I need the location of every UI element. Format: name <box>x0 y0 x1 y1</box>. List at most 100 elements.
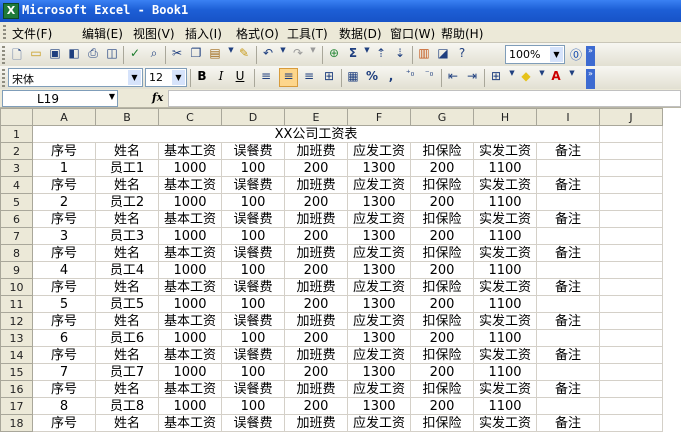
cell[interactable]: 扣保险 <box>410 244 474 262</box>
cell[interactable]: 员工7 <box>95 363 159 381</box>
column-header-i[interactable]: I <box>536 108 600 126</box>
cell[interactable]: 序号 <box>32 414 96 432</box>
increase-decimal-icon[interactable]: ⁺₀ <box>402 69 418 85</box>
redo-icon[interactable]: ↷ <box>290 46 306 62</box>
cell[interactable]: 200 <box>410 295 474 313</box>
cell[interactable]: 200 <box>284 159 348 177</box>
cell[interactable]: 200 <box>410 227 474 245</box>
cell[interactable]: 200 <box>410 193 474 211</box>
cell[interactable] <box>536 193 600 211</box>
insert-function-icon[interactable]: fx <box>152 91 163 104</box>
cell[interactable]: 1000 <box>158 397 222 415</box>
cell[interactable]: 备注 <box>536 278 600 296</box>
cell[interactable] <box>599 295 663 313</box>
name-box-dropdown-icon[interactable]: ▼ <box>109 92 115 101</box>
cell[interactable] <box>599 278 663 296</box>
toolbar-grip[interactable] <box>2 46 5 64</box>
italic-button[interactable]: I <box>213 69 229 85</box>
cell[interactable]: 实发工资 <box>473 346 537 364</box>
comma-style-icon[interactable]: , <box>383 69 399 85</box>
cell[interactable]: 扣保险 <box>410 380 474 398</box>
row-header[interactable]: 18 <box>0 414 33 432</box>
cell[interactable]: 员工6 <box>95 329 159 347</box>
cell[interactable]: 加班费 <box>284 176 348 194</box>
cell[interactable] <box>599 210 663 228</box>
cell[interactable] <box>599 414 663 432</box>
help-icon[interactable]: ? <box>454 46 470 62</box>
column-header-e[interactable]: E <box>284 108 348 126</box>
cell[interactable] <box>599 244 663 262</box>
cell[interactable] <box>599 346 663 364</box>
cell[interactable]: 备注 <box>536 312 600 330</box>
font-color-dropdown-icon[interactable]: ▼ <box>564 69 580 85</box>
excel-icon[interactable]: X <box>3 3 19 19</box>
redo-dropdown-icon[interactable]: ▼ <box>305 46 321 62</box>
column-header-d[interactable]: D <box>221 108 285 126</box>
align-left-icon[interactable]: ≡ <box>258 69 274 85</box>
cell[interactable]: 基本工资 <box>158 312 222 330</box>
cell[interactable] <box>536 261 600 279</box>
cell[interactable]: 基本工资 <box>158 414 222 432</box>
cell[interactable]: 备注 <box>536 414 600 432</box>
save-icon[interactable]: ▣ <box>47 46 63 62</box>
cell[interactable]: 基本工资 <box>158 380 222 398</box>
cell[interactable]: 扣保险 <box>410 346 474 364</box>
merge-center-icon[interactable]: ⊞ <box>321 69 337 85</box>
cell[interactable]: 6 <box>32 329 96 347</box>
cell[interactable]: 备注 <box>536 142 600 160</box>
cell[interactable]: 基本工资 <box>158 346 222 364</box>
row-header[interactable]: 5 <box>0 193 33 211</box>
row-header[interactable]: 2 <box>0 142 33 160</box>
cell[interactable]: 序号 <box>32 244 96 262</box>
cell[interactable]: 误餐费 <box>221 210 285 228</box>
column-header-a[interactable]: A <box>32 108 96 126</box>
row-header[interactable]: 4 <box>0 176 33 194</box>
cell[interactable]: 实发工资 <box>473 210 537 228</box>
cell[interactable]: 实发工资 <box>473 380 537 398</box>
menu-help[interactable]: 帮助(H) <box>441 25 483 42</box>
cell[interactable]: 200 <box>410 363 474 381</box>
menu-window[interactable]: 窗口(W) <box>390 25 435 42</box>
column-header-b[interactable]: B <box>95 108 159 126</box>
format-painter-icon[interactable]: ✎ <box>236 46 252 62</box>
cell[interactable]: 扣保险 <box>410 210 474 228</box>
cell[interactable]: 200 <box>284 295 348 313</box>
cell[interactable]: 误餐费 <box>221 244 285 262</box>
decrease-decimal-icon[interactable]: ⁻₀ <box>421 69 437 85</box>
cell[interactable] <box>536 363 600 381</box>
cell[interactable] <box>536 159 600 177</box>
cell[interactable]: 误餐费 <box>221 142 285 160</box>
row-header[interactable]: 17 <box>0 397 33 415</box>
cell[interactable]: 姓名 <box>95 176 159 194</box>
cell[interactable]: 1100 <box>473 159 537 177</box>
cell[interactable]: 1300 <box>347 227 411 245</box>
currency-icon[interactable]: ▦ <box>345 69 361 85</box>
cell[interactable]: 200 <box>284 397 348 415</box>
cell[interactable]: 200 <box>284 329 348 347</box>
sort-descending-icon[interactable]: ⇣ <box>392 46 408 62</box>
cell[interactable]: 100 <box>221 295 285 313</box>
cell[interactable]: 实发工资 <box>473 176 537 194</box>
row-header[interactable]: 3 <box>0 159 33 177</box>
menu-view[interactable]: 视图(V) <box>133 25 175 42</box>
cell[interactable]: 1100 <box>473 295 537 313</box>
cell[interactable]: 应发工资 <box>347 176 411 194</box>
cell[interactable]: 加班费 <box>284 210 348 228</box>
cell[interactable]: 实发工资 <box>473 312 537 330</box>
cell[interactable]: 7 <box>32 363 96 381</box>
cell[interactable] <box>536 227 600 245</box>
cell[interactable]: 序号 <box>32 142 96 160</box>
cell[interactable]: 基本工资 <box>158 210 222 228</box>
cell[interactable]: 应发工资 <box>347 414 411 432</box>
cell[interactable]: 员工3 <box>95 227 159 245</box>
cell[interactable]: 基本工资 <box>158 244 222 262</box>
cell[interactable]: 1 <box>32 159 96 177</box>
cell[interactable]: 姓名 <box>95 142 159 160</box>
cell[interactable]: 序号 <box>32 346 96 364</box>
cell[interactable]: 姓名 <box>95 380 159 398</box>
cell[interactable]: 备注 <box>536 380 600 398</box>
increase-indent-icon[interactable]: ⇥ <box>464 69 480 85</box>
cell[interactable]: 误餐费 <box>221 380 285 398</box>
cell[interactable]: 实发工资 <box>473 414 537 432</box>
cell[interactable]: 误餐费 <box>221 312 285 330</box>
